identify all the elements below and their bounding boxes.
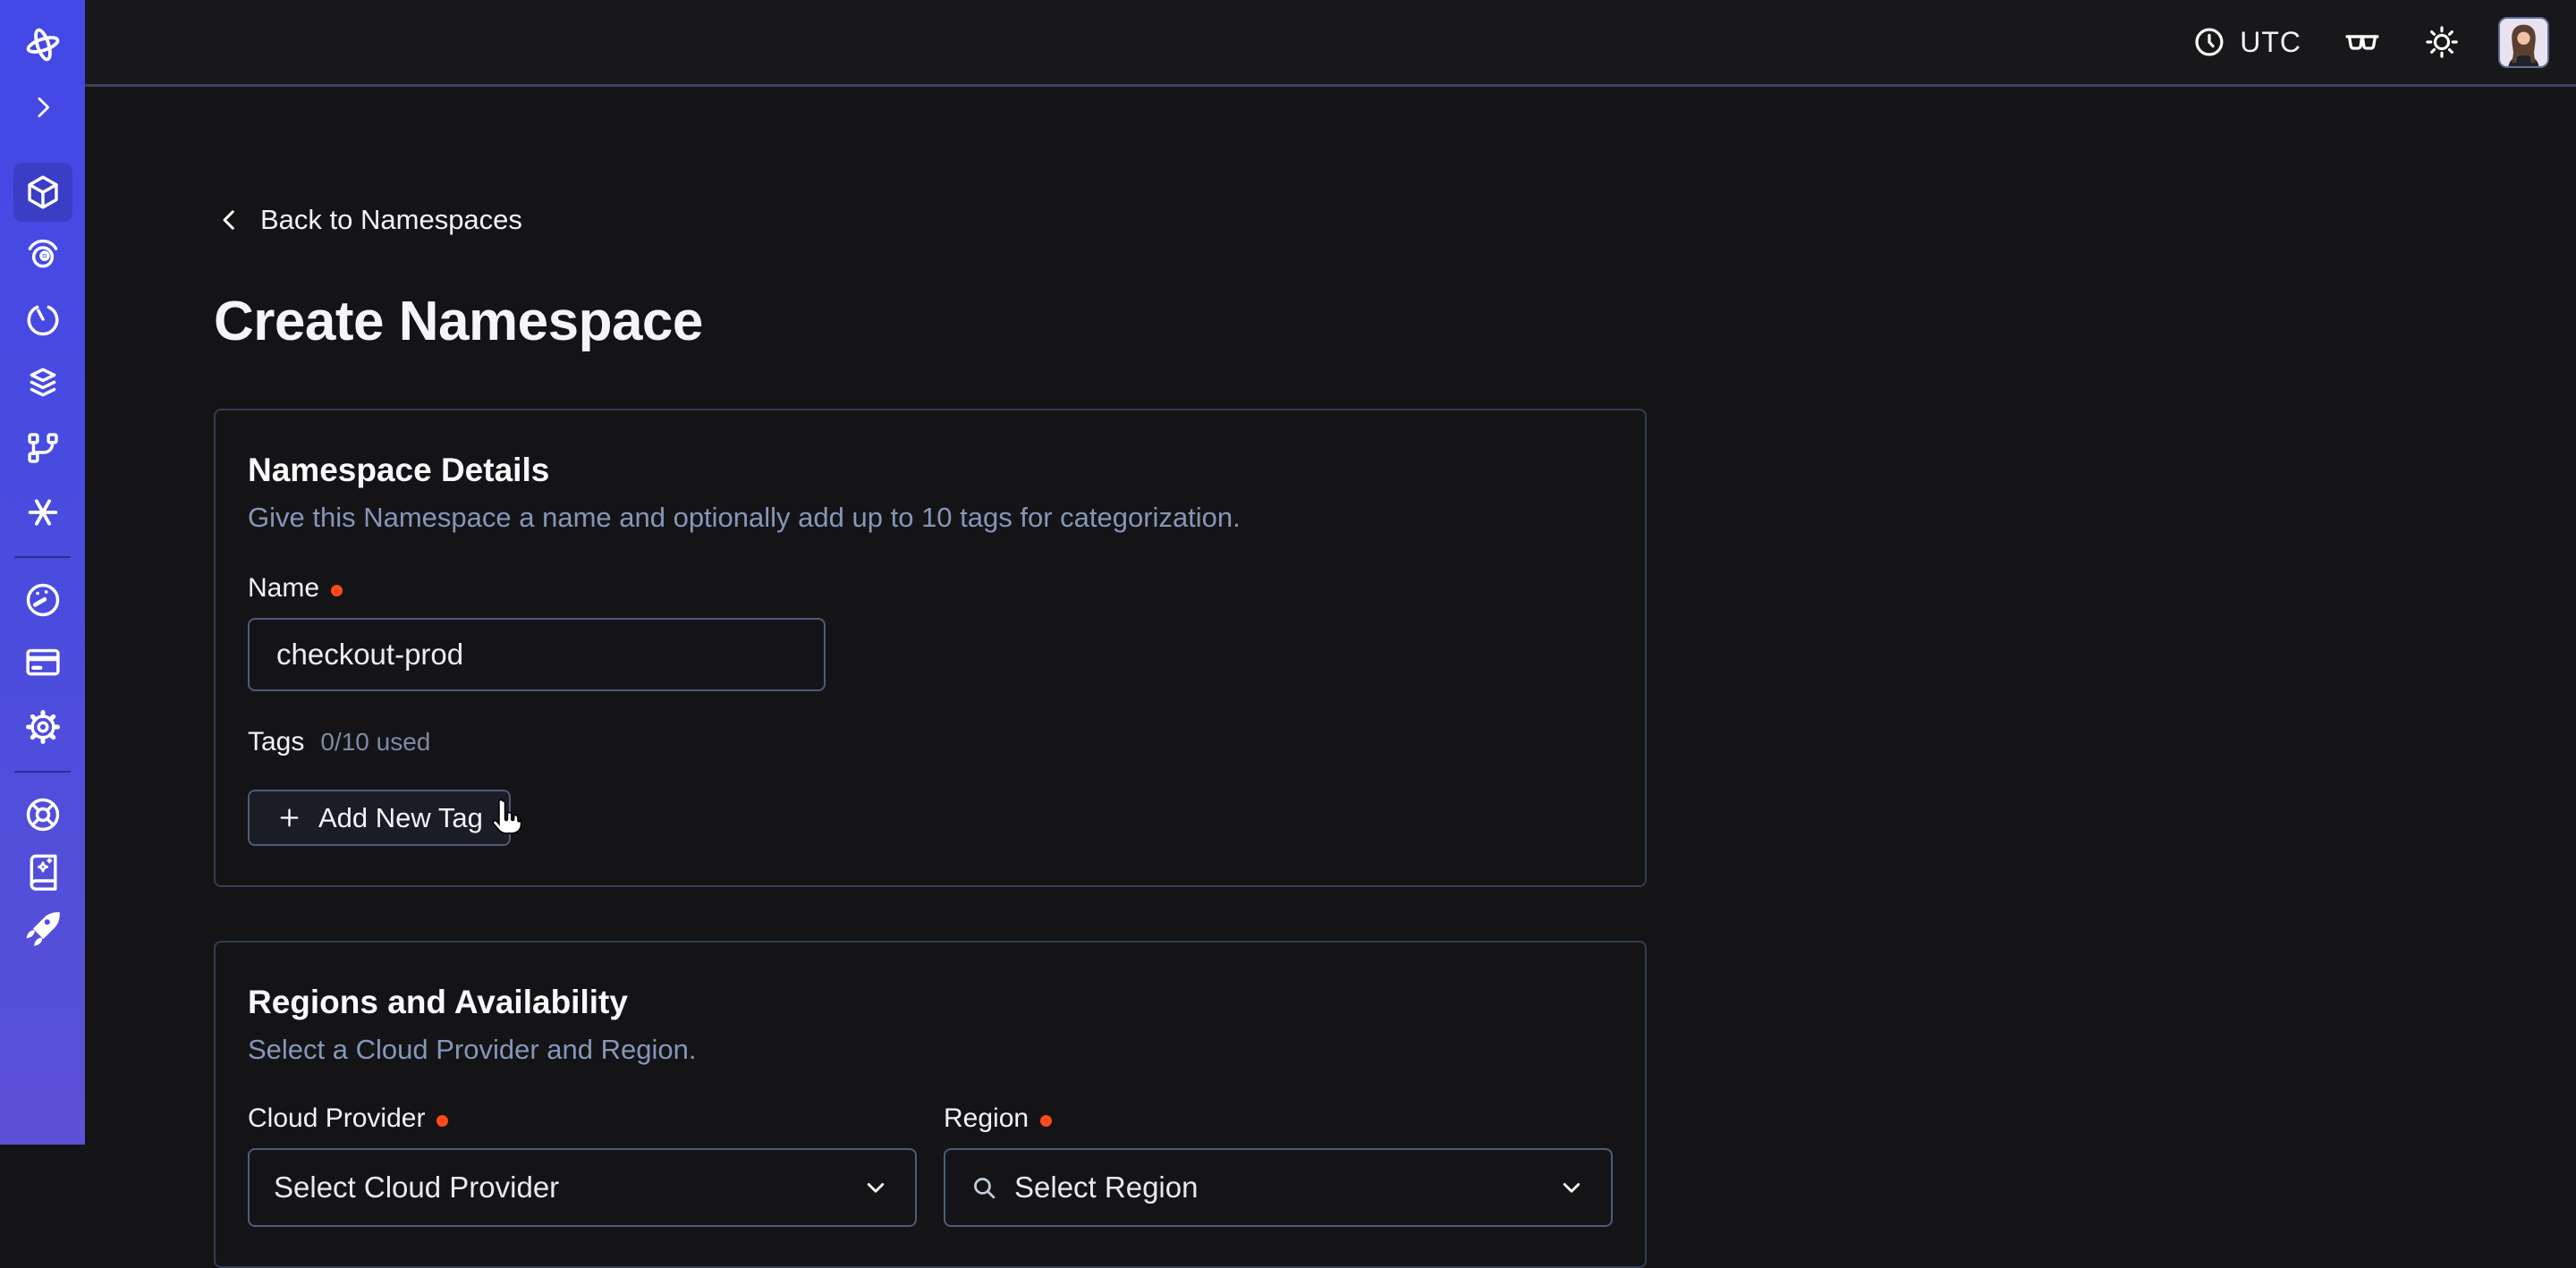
- namespace-name-input[interactable]: [248, 618, 826, 691]
- main-content: Back to Namespaces Create Namespace Name…: [85, 89, 2576, 1145]
- timezone-button[interactable]: UTC: [2192, 25, 2301, 59]
- back-link-label: Back to Namespaces: [260, 204, 522, 236]
- create-namespace-page: { "topbar": { "timezone_label": "UTC", "…: [0, 0, 2576, 1145]
- spiral-icon: [22, 234, 64, 275]
- sidebar-item-docs[interactable]: [22, 851, 64, 892]
- sidebar-item-settings[interactable]: [22, 706, 64, 748]
- sidebar-item-support[interactable]: [22, 794, 64, 835]
- cloud-provider-select[interactable]: Select Cloud Provider: [248, 1148, 917, 1227]
- regions-availability-card: Regions and Availability Select a Cloud …: [214, 941, 1647, 1268]
- avatar[interactable]: [2498, 17, 2549, 68]
- page-title: Create Namespace: [214, 290, 2576, 353]
- cloud-provider-select-value: Select Cloud Provider: [274, 1171, 559, 1205]
- region-field: Region Select Region: [944, 1103, 1613, 1227]
- card-title: Namespace Details: [248, 452, 1613, 489]
- lifebuoy-icon: [22, 794, 64, 835]
- required-dot: [331, 585, 343, 596]
- credit-card-icon: [22, 642, 64, 683]
- region-select[interactable]: Select Region: [944, 1148, 1613, 1227]
- clock-icon: [2192, 25, 2226, 59]
- glasses-icon: [2343, 22, 2382, 62]
- sidebar-expand-button[interactable]: [27, 91, 59, 123]
- sidebar-item-getting-started[interactable]: [22, 909, 64, 950]
- chevron-left-icon: [214, 205, 244, 235]
- card-subtitle: Give this Namespace a name and optionall…: [248, 502, 1613, 534]
- cube-icon: [22, 172, 64, 213]
- add-new-tag-label: Add New Tag: [318, 802, 483, 834]
- gauge-icon: [22, 579, 64, 621]
- card-subtitle: Select a Cloud Provider and Region.: [248, 1034, 1613, 1066]
- sidebar-item-branch[interactable]: [22, 427, 64, 469]
- sidebar-item-layers[interactable]: [22, 363, 64, 404]
- search-icon: [970, 1173, 999, 1203]
- namespace-details-card: Namespace Details Give this Namespace a …: [214, 409, 1647, 887]
- region-select-value: Select Region: [1014, 1171, 1198, 1205]
- tags-label: Tags: [248, 727, 304, 757]
- sidebar-divider: [14, 771, 71, 773]
- required-dot: [436, 1115, 448, 1127]
- rocket-icon: [22, 909, 64, 950]
- labs-button[interactable]: [2343, 22, 2382, 62]
- required-dot: [1040, 1115, 1052, 1127]
- layers-icon: [22, 363, 64, 404]
- timezone-label: UTC: [2240, 26, 2301, 59]
- tags-count: 0/10 used: [320, 728, 430, 757]
- branch-icon: [22, 427, 64, 469]
- cloud-provider-field: Cloud Provider Select Cloud Provider: [248, 1103, 917, 1227]
- sidebar: [0, 0, 85, 1145]
- name-label: Name: [248, 573, 319, 604]
- gear-icon: [22, 706, 64, 748]
- sidebar-item-asterisk[interactable]: [22, 492, 64, 533]
- region-label: Region: [944, 1103, 1029, 1134]
- plus-icon: [275, 804, 303, 832]
- temporal-logo-icon[interactable]: [21, 23, 64, 66]
- topbar: UTC: [85, 0, 2576, 87]
- asterisk-icon: [22, 492, 64, 533]
- back-link[interactable]: Back to Namespaces: [214, 204, 522, 236]
- sidebar-item-timer[interactable]: [22, 299, 64, 340]
- chevron-down-icon: [860, 1172, 891, 1203]
- sidebar-item-gauge[interactable]: [22, 579, 64, 621]
- sun-icon: [2423, 23, 2461, 61]
- timer-icon: [22, 299, 64, 340]
- sidebar-item-namespaces[interactable]: [13, 163, 72, 222]
- book-icon: [22, 851, 64, 892]
- sidebar-item-spiral[interactable]: [22, 234, 64, 275]
- chevron-right-icon: [27, 91, 59, 123]
- cloud-provider-label: Cloud Provider: [248, 1103, 425, 1134]
- add-new-tag-button[interactable]: Add New Tag: [248, 790, 511, 846]
- theme-toggle-button[interactable]: [2423, 23, 2461, 61]
- card-title: Regions and Availability: [248, 984, 1613, 1021]
- sidebar-item-billing[interactable]: [22, 642, 64, 683]
- chevron-down-icon: [1556, 1172, 1587, 1203]
- sidebar-divider: [14, 556, 71, 558]
